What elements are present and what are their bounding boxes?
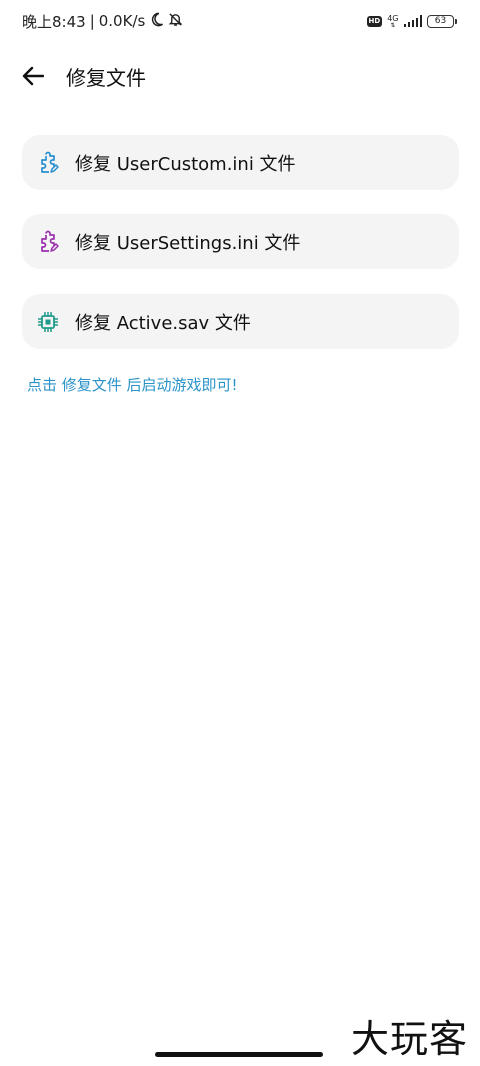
bell-off-icon [168, 12, 183, 31]
status-left: 晚上8:43 | 0.0K/s [22, 11, 183, 32]
watermark: 大玩客 [350, 1017, 468, 1061]
repair-usersettings-item[interactable]: 修复 UserSettings.ini 文件 [22, 214, 459, 269]
repair-active-sav-item[interactable]: 修复 Active.sav 文件 [22, 294, 459, 349]
network-type: 4G ⇅ [387, 13, 399, 29]
home-indicator[interactable] [155, 1052, 323, 1057]
puzzle-edit-icon [36, 151, 60, 175]
page-title: 修复文件 [66, 65, 146, 90]
status-separator: | [89, 12, 95, 30]
item-label: 修复 UserSettings.ini 文件 [75, 232, 301, 254]
status-bar: 晚上8:43 | 0.0K/s HD 4G ⇅ 63 [22, 8, 457, 34]
app-bar: 修复文件 [18, 58, 146, 94]
data-arrows-icon: ⇅ [390, 21, 396, 29]
arrow-left-icon [22, 66, 44, 86]
hint-text: 点击 修复文件 后启动游戏即可! [27, 376, 238, 394]
repair-usercustom-item[interactable]: 修复 UserCustom.ini 文件 [22, 135, 459, 190]
puzzle-edit-icon [36, 230, 60, 254]
status-time: 晚上8:43 [22, 12, 86, 31]
back-button[interactable] [18, 61, 48, 91]
battery-icon: 63 [427, 14, 457, 28]
screen: 晚上8:43 | 0.0K/s HD 4G ⇅ 63 修复文件 修复 UserC… [0, 0, 480, 1066]
item-label: 修复 UserCustom.ini 文件 [75, 153, 296, 175]
signal-icon [403, 15, 422, 27]
status-right: HD 4G ⇅ 63 [366, 13, 457, 29]
hd-badge: HD [366, 15, 383, 27]
moon-icon [149, 12, 164, 31]
item-label: 修复 Active.sav 文件 [75, 312, 251, 334]
chip-icon [36, 310, 60, 334]
status-network-speed: 0.0K/s [98, 12, 146, 30]
